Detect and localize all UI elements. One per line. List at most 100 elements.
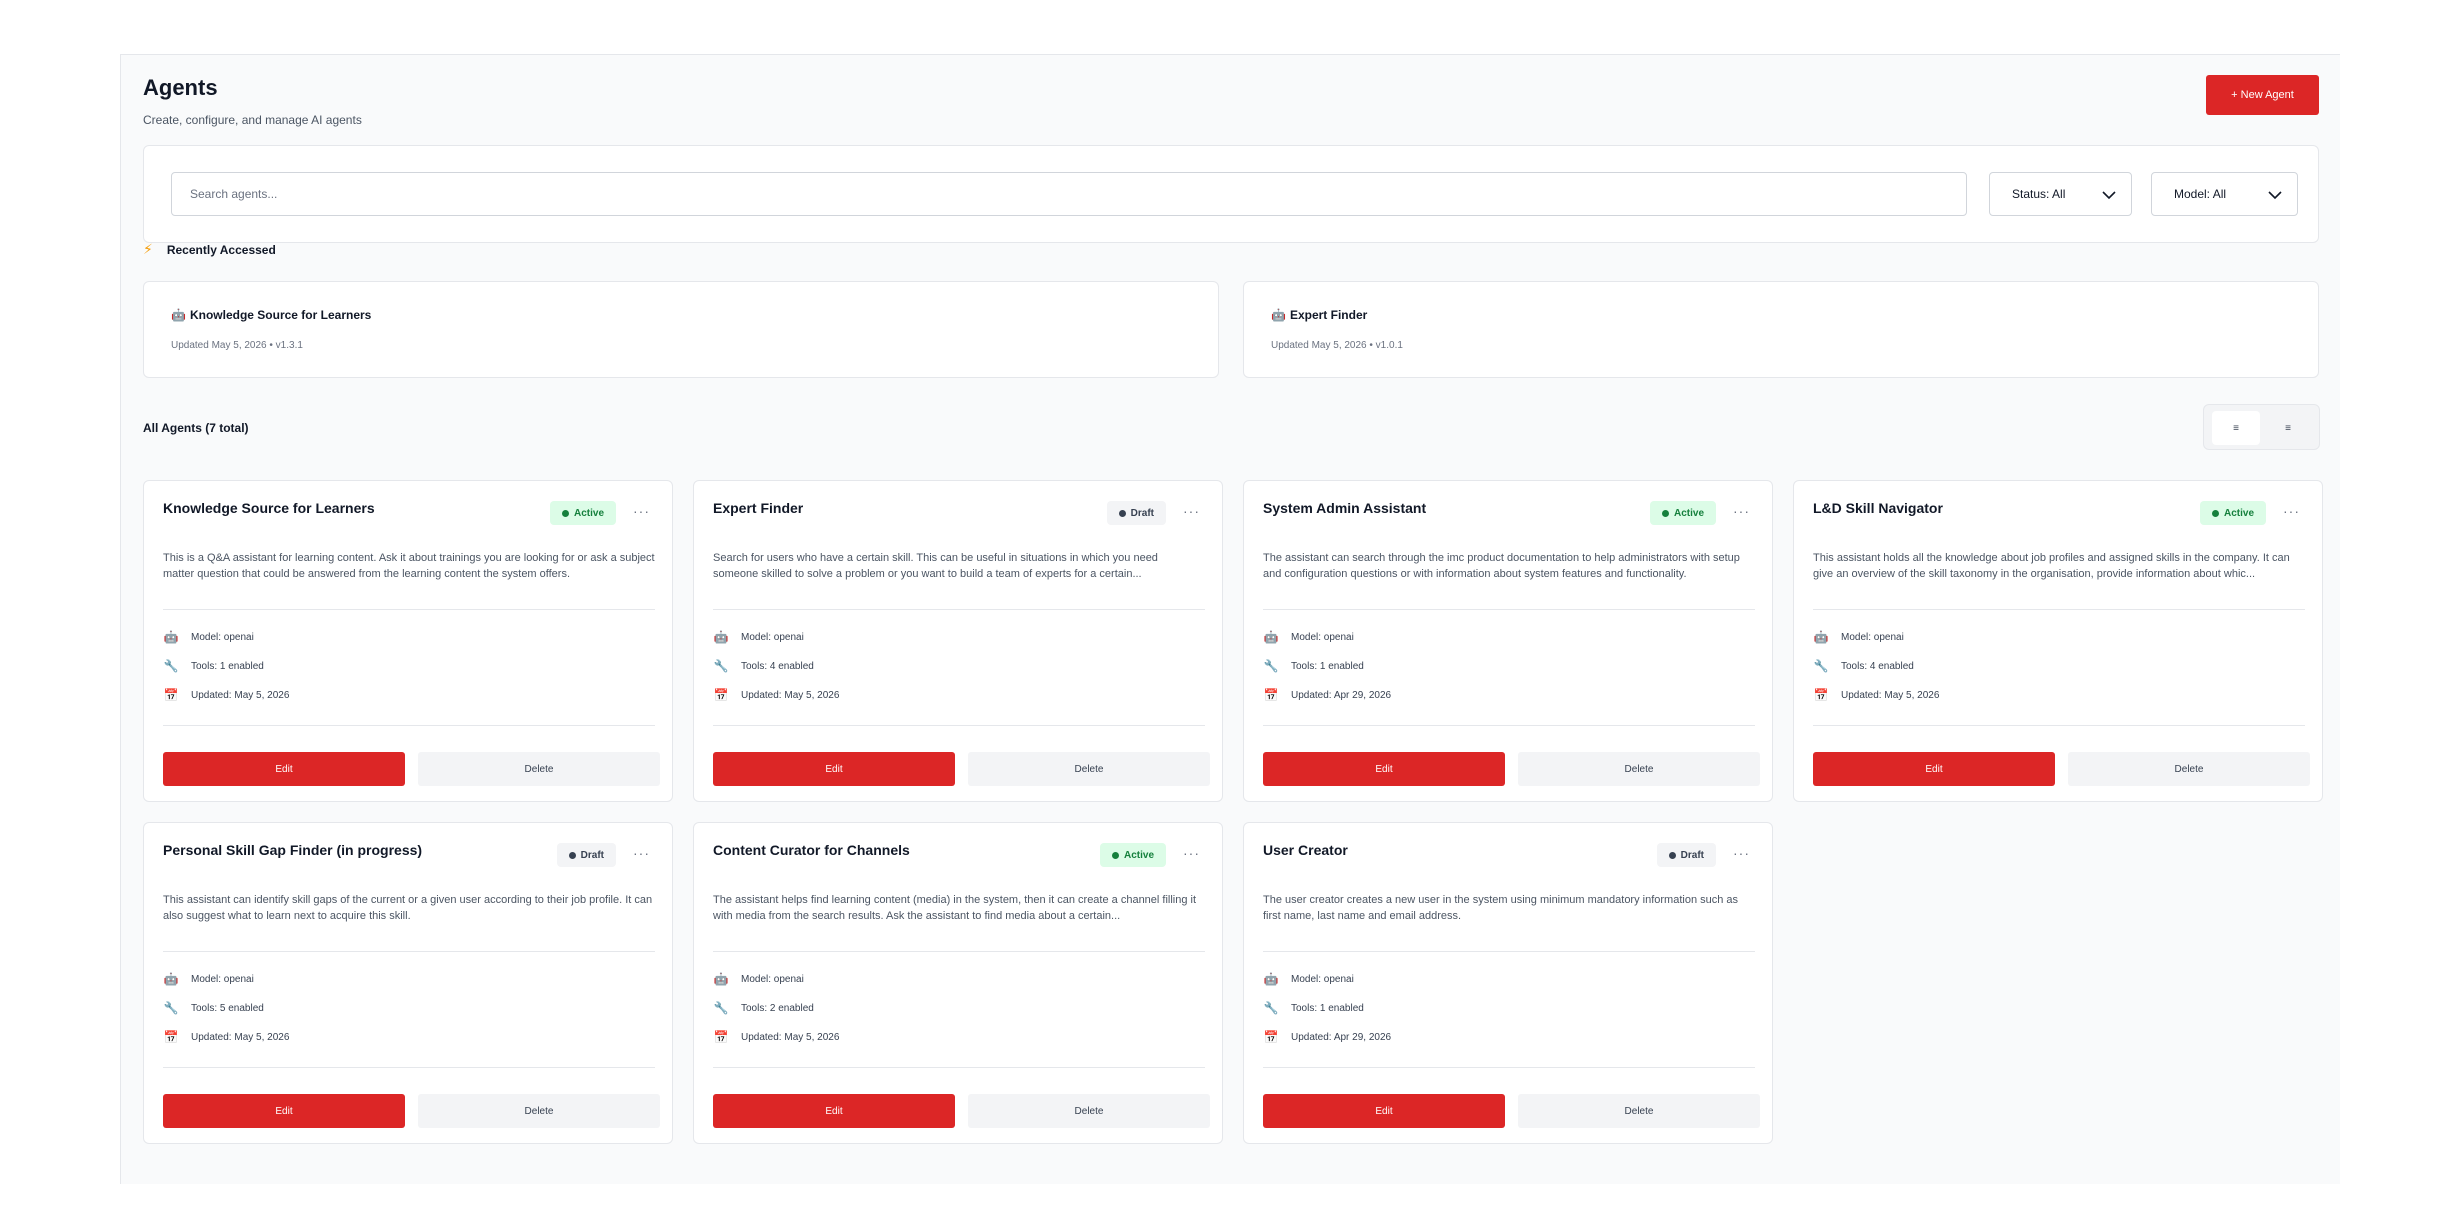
all-agents-heading: All Agents (7 total) — [143, 421, 249, 435]
status-badge: Active — [2199, 501, 2266, 525]
model-label: Model: openai — [191, 973, 254, 985]
status-label: Active — [2223, 507, 2254, 519]
agent-card: L&D Skill Navigator Active ··· This assi… — [1793, 480, 2323, 802]
model-label: Model: openai — [1841, 631, 1904, 643]
agent-updated: 📅 Updated: May 5, 2026 — [163, 1030, 290, 1044]
updated-label: Updated: May 5, 2026 — [1841, 689, 1940, 701]
wrench-icon: 🔧 — [713, 659, 729, 673]
edit-button[interactable]: Edit — [713, 1094, 955, 1128]
tools-label: Tools: 2 enabled — [741, 1002, 814, 1014]
agent-model: 🤖 Model: openai — [1263, 972, 1354, 986]
more-options-icon[interactable]: ··· — [2283, 503, 2300, 519]
agent-card: User Creator Draft ··· The user creator … — [1243, 822, 1773, 1144]
delete-button[interactable]: Delete — [968, 752, 1210, 786]
chevron-down-icon — [2268, 191, 2282, 200]
agent-tools: 🔧 Tools: 1 enabled — [1263, 659, 1364, 673]
status-dot-icon — [568, 851, 576, 859]
delete-button[interactable]: Delete — [1518, 752, 1760, 786]
divider — [713, 609, 1205, 610]
divider — [1813, 725, 2305, 726]
agent-card: Expert Finder Draft ··· Search for users… — [693, 480, 1223, 802]
edit-button[interactable]: Edit — [1263, 752, 1505, 786]
agent-tools: 🔧 Tools: 2 enabled — [713, 1001, 814, 1015]
status-dot-icon — [2211, 509, 2219, 517]
edit-button[interactable]: Edit — [1813, 752, 2055, 786]
more-options-icon[interactable]: ··· — [1183, 503, 1200, 519]
delete-button[interactable]: Delete — [418, 1094, 660, 1128]
wrench-icon: 🔧 — [163, 1001, 179, 1015]
more-options-icon[interactable]: ··· — [633, 503, 650, 519]
agent-updated: 📅 Updated: May 5, 2026 — [163, 688, 290, 702]
list-view-button[interactable]: ≡ — [2264, 411, 2312, 445]
agent-title: System Admin Assistant — [1263, 500, 1427, 516]
agent-model: 🤖 Model: openai — [713, 630, 804, 644]
calendar-icon: 📅 — [713, 688, 729, 702]
more-options-icon[interactable]: ··· — [633, 845, 650, 861]
delete-button[interactable]: Delete — [968, 1094, 1210, 1128]
edit-button[interactable]: Edit — [713, 752, 955, 786]
grid-view-button[interactable]: ≡ — [2212, 411, 2260, 445]
edit-button[interactable]: Edit — [163, 1094, 405, 1128]
status-filter-select[interactable]: Status: All — [1989, 172, 2132, 216]
divider — [163, 725, 655, 726]
agent-description: Search for users who have a certain skil… — [713, 552, 1158, 580]
model-filter-select[interactable]: Model: All — [2151, 172, 2298, 216]
status-badge: Draft — [556, 843, 616, 867]
status-label: Draft — [1130, 507, 1154, 519]
model-label: Model: openai — [191, 631, 254, 643]
agent-updated: 📅 Updated: Apr 29, 2026 — [1263, 688, 1392, 702]
agent-model: 🤖 Model: openai — [1813, 630, 1904, 644]
status-badge: Draft — [1106, 501, 1166, 525]
lightning-bolt-icon: ⚡ — [143, 241, 153, 257]
page-header: Agents Create, configure, and manage AI … — [143, 75, 362, 127]
agent-card: Knowledge Source for Learners Active ···… — [143, 480, 673, 802]
delete-button[interactable]: Delete — [2068, 752, 2310, 786]
more-options-icon[interactable]: ··· — [1733, 845, 1750, 861]
edit-button[interactable]: Edit — [163, 752, 405, 786]
divider — [163, 1067, 655, 1068]
divider — [1263, 725, 1755, 726]
updated-label: Updated: May 5, 2026 — [741, 1031, 840, 1043]
delete-button[interactable]: Delete — [1518, 1094, 1760, 1128]
edit-button[interactable]: Edit — [1263, 1094, 1505, 1128]
updated-label: Updated: May 5, 2026 — [191, 689, 290, 701]
recent-agent-card[interactable]: 🤖 Knowledge Source for Learners Updated … — [143, 281, 1219, 378]
main-content: Agents Create, configure, and manage AI … — [120, 54, 2340, 1184]
calendar-icon: 📅 — [713, 1030, 729, 1044]
status-label: Draft — [1680, 849, 1704, 861]
status-dot-icon — [1668, 851, 1676, 859]
page-title: Agents — [143, 75, 218, 100]
recently-accessed-label: Recently Accessed — [166, 242, 276, 257]
search-input[interactable] — [171, 172, 1967, 216]
more-options-icon[interactable]: ··· — [1183, 845, 1200, 861]
status-label: Active — [1673, 507, 1704, 519]
recent-agent-card[interactable]: 🤖 Expert Finder Updated May 5, 2026 • v1… — [1243, 281, 2319, 378]
agent-card: Personal Skill Gap Finder (in progress) … — [143, 822, 673, 1144]
view-toggle: ≡ ≡ — [2203, 404, 2320, 450]
status-badge: Draft — [1656, 843, 1716, 867]
recently-accessed-heading: ⚡ Recently Accessed — [143, 241, 276, 258]
agent-model: 🤖 Model: openai — [163, 972, 254, 986]
agent-model: 🤖 Model: openai — [163, 630, 254, 644]
agent-description: This assistant can identify skill gaps o… — [163, 894, 653, 922]
calendar-icon: 📅 — [163, 688, 179, 702]
agent-tools: 🔧 Tools: 1 enabled — [163, 659, 264, 673]
delete-button[interactable]: Delete — [418, 752, 660, 786]
more-options-icon[interactable]: ··· — [1733, 503, 1750, 519]
model-label: Model: openai — [741, 631, 804, 643]
agent-description: The assistant helps find learning conten… — [713, 894, 1197, 922]
divider — [163, 609, 655, 610]
agent-title: Knowledge Source for Learners — [163, 500, 375, 516]
tools-label: Tools: 4 enabled — [1841, 660, 1914, 672]
divider — [1263, 951, 1755, 952]
new-agent-button[interactable]: + New Agent — [2206, 75, 2319, 115]
agent-card: Content Curator for Channels Active ··· … — [693, 822, 1223, 1144]
agent-title: Expert Finder — [713, 500, 804, 516]
recent-agent-title: 🤖 Expert Finder — [1271, 308, 1367, 322]
robot-icon: 🤖 — [163, 630, 179, 644]
robot-icon: 🤖 — [1813, 630, 1829, 644]
agent-tools: 🔧 Tools: 5 enabled — [163, 1001, 264, 1015]
agent-updated: 📅 Updated: May 5, 2026 — [713, 688, 840, 702]
tools-label: Tools: 1 enabled — [1291, 1002, 1364, 1014]
model-label: Model: openai — [1291, 631, 1354, 643]
